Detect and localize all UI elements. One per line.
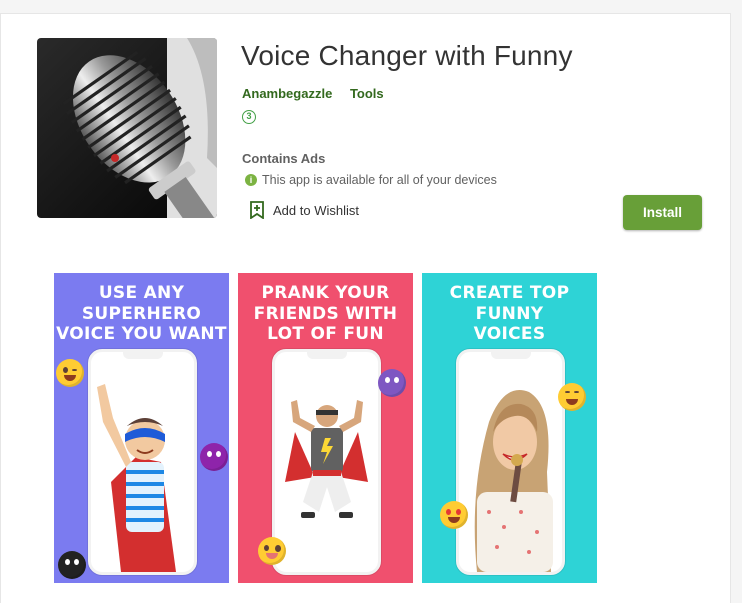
screenshot-2[interactable]: PRANK YOUR FRIENDS WITH LOT OF FUN: [238, 273, 413, 583]
costumed-man-image: [285, 400, 368, 518]
microphone-icon: [37, 38, 217, 218]
bookmark-add-icon: [250, 201, 264, 219]
devil-emoji-icon: [378, 369, 406, 397]
contains-ads-label: Contains Ads: [242, 151, 326, 166]
availability-note: i This app is available for all of your …: [242, 173, 497, 187]
screenshot-caption: CREATE TOP FUNNY VOICES: [449, 283, 570, 344]
screenshot-caption: USE ANY SUPERHERO VOICE YOU WANT: [56, 283, 227, 344]
screenshot-caption: PRANK YOUR FRIENDS WITH LOT OF FUN: [253, 283, 398, 344]
phone-mockup: [456, 349, 565, 575]
content-rating-badge: 3: [242, 110, 256, 124]
heart-eyes-emoji-icon: [440, 501, 468, 529]
woman-with-microphone-image: [474, 390, 553, 572]
phone-mockup: [88, 349, 197, 575]
app-title: Voice Changer with Funny: [241, 40, 573, 71]
laughing-emoji-icon: [558, 383, 586, 411]
superhero-mask-icon: [200, 443, 228, 471]
winking-emoji-icon: [56, 359, 84, 387]
app-icon: [37, 38, 217, 218]
category-link[interactable]: Tools: [350, 86, 384, 101]
app-meta: Anambegazzle Tools: [242, 86, 398, 101]
wishlist-label: Add to Wishlist: [273, 202, 359, 218]
phone-mockup: [272, 349, 381, 575]
developer-link[interactable]: Anambegazzle: [242, 86, 332, 101]
install-button[interactable]: Install: [623, 195, 702, 230]
add-to-wishlist-button[interactable]: Add to Wishlist: [249, 201, 359, 219]
app-details-card: Voice Changer with Funny Anambegazzle To…: [0, 13, 731, 603]
screenshot-1[interactable]: USE ANY SUPERHERO VOICE YOU WANT: [54, 273, 229, 583]
info-icon: i: [245, 174, 257, 186]
superhero-kid-image: [97, 384, 176, 572]
availability-text: This app is available for all of your de…: [262, 173, 497, 187]
crazy-face-emoji-icon: [258, 537, 286, 565]
screenshot-3[interactable]: CREATE TOP FUNNY VOICES: [422, 273, 597, 583]
batman-mask-icon: [58, 551, 86, 579]
